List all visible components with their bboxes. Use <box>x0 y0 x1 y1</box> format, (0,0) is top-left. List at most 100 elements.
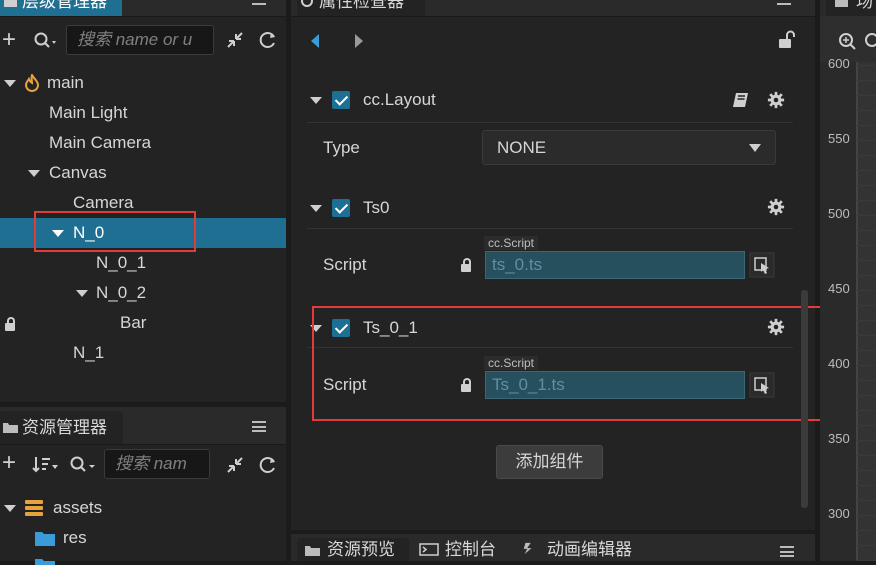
zoom-out-icon[interactable] <box>864 32 876 52</box>
tab-label: 动画编辑器 <box>547 540 632 559</box>
book-icon[interactable] <box>731 91 751 109</box>
collapse-arrow-icon[interactable] <box>310 97 322 104</box>
tab-scene-label: 场 <box>856 0 873 11</box>
expand-arrow-icon[interactable] <box>28 170 40 177</box>
field-label-script: Script <box>323 255 367 274</box>
add-component-button[interactable]: 添加组件 <box>496 445 603 479</box>
asset-item-label: assets <box>53 498 103 517</box>
type-select[interactable]: NONE <box>482 130 776 165</box>
tab-asset-preview[interactable]: 资源预览 <box>297 538 409 561</box>
unlock-icon[interactable] <box>777 30 797 50</box>
collapse-all-icon[interactable] <box>226 456 244 474</box>
component-name-layout: cc.Layout <box>363 90 436 109</box>
tab-scene[interactable]: 场 <box>826 0 876 16</box>
settings-gear-icon[interactable] <box>767 198 785 216</box>
hierarchy-menu-icon[interactable] <box>252 0 266 9</box>
console-icon <box>419 543 439 556</box>
back-arrow-icon[interactable] <box>309 33 321 49</box>
tree-node-canvas[interactable]: Canvas <box>0 158 286 188</box>
inspector-tabbar: 属性检查器 <box>291 0 815 17</box>
divider <box>307 228 793 229</box>
tree-node-label: N_0_1 <box>96 253 147 272</box>
tab-assets[interactable]: 资源管理器 <box>0 411 123 444</box>
hierarchy-tabbar: 层级管理器 <box>0 0 286 17</box>
folder-icon <box>35 532 55 546</box>
folder-icon <box>305 546 320 556</box>
asset-item-label: res <box>63 528 87 547</box>
bottom-menu-icon[interactable] <box>780 546 794 557</box>
field-label-type: Type <box>323 138 360 157</box>
tree-node-label: Bar <box>120 313 147 332</box>
inspector-menu-icon[interactable] <box>777 0 791 9</box>
tab-hierarchy-label: 层级管理器 <box>22 0 107 11</box>
tree-node-main[interactable]: main <box>0 68 286 98</box>
tree-node-label: main <box>47 73 84 92</box>
select-in-assets-icon[interactable] <box>749 252 775 278</box>
lock-icon <box>461 258 471 272</box>
refresh-icon[interactable] <box>258 30 278 50</box>
layout-enabled-checkbox[interactable] <box>332 91 350 109</box>
inspector-icon <box>301 0 313 7</box>
ruler-label: 400 <box>828 356 850 371</box>
search-icon[interactable] <box>34 32 60 50</box>
bottom-tab-strip: 资源预览 控制台 动画编辑器 <box>291 534 815 561</box>
inspector-scrollbar[interactable] <box>801 290 808 508</box>
collapse-arrow-icon[interactable] <box>310 205 322 212</box>
add-node-icon[interactable]: + <box>2 28 16 52</box>
lock-icon[interactable] <box>5 317 15 331</box>
ruler-label: 500 <box>828 206 850 221</box>
tab-console[interactable]: 控制台 <box>413 538 509 561</box>
script-type-tag: cc.Script <box>484 236 539 250</box>
inspector-panel: 属性检查器 cc.Layout Type NONE Ts0 Script cc.… <box>291 0 821 530</box>
chevron-down-icon <box>749 144 761 152</box>
sort-icon[interactable] <box>32 455 60 475</box>
assets-menu-icon[interactable] <box>252 421 266 432</box>
refresh-icon[interactable] <box>258 455 278 475</box>
scene-icon <box>835 0 848 7</box>
tree-node-label: Canvas <box>49 163 107 182</box>
expand-arrow-icon[interactable] <box>76 290 88 297</box>
tab-label: 控制台 <box>445 540 496 559</box>
ts0-enabled-checkbox[interactable] <box>332 199 350 217</box>
tree-node-label: N_1 <box>73 343 105 362</box>
tab-hierarchy[interactable]: 层级管理器 <box>0 0 122 16</box>
tab-animation-editor[interactable]: 动画编辑器 <box>513 538 643 561</box>
tree-node-main-light[interactable]: Main Light <box>0 98 286 128</box>
hierarchy-search-input[interactable]: 搜索 name or u <box>66 25 214 55</box>
hierarchy-panel: 层级管理器 + 搜索 name or u main Main Light Mai… <box>0 0 286 402</box>
tree-node-n0-2[interactable]: N_0_2 <box>0 278 286 308</box>
tree-node-label: N_0_2 <box>96 283 147 302</box>
folder-icon <box>3 423 18 433</box>
assets-search-input[interactable]: 搜索 nam <box>104 449 210 479</box>
assets-panel: 资源管理器 + 搜索 nam assets res <box>0 407 286 565</box>
asset-item-assets[interactable]: assets <box>0 493 286 523</box>
tree-node-n1[interactable]: N_1 <box>0 338 286 368</box>
expand-arrow-icon[interactable] <box>4 80 16 87</box>
tree-node-n0-1[interactable]: N_0_1 <box>0 248 286 278</box>
scene-fire-icon <box>24 74 40 92</box>
tree-node-label: Main Camera <box>49 133 152 152</box>
collapse-all-icon[interactable] <box>226 31 244 49</box>
tree-node-bar[interactable]: Bar <box>0 308 286 338</box>
tree-node-label: Main Light <box>49 103 128 122</box>
component-name-ts0: Ts0 <box>363 198 390 217</box>
highlight-box-ts01 <box>312 306 821 421</box>
hierarchy-icon <box>4 0 17 7</box>
expand-arrow-icon[interactable] <box>4 505 16 512</box>
scene-tabbar: 场 <box>820 0 876 16</box>
search-icon[interactable] <box>70 456 100 474</box>
ruler-label: 600 <box>828 56 850 71</box>
folder-icon <box>35 559 55 565</box>
ruler-label: 450 <box>828 281 850 296</box>
tree-node-main-camera[interactable]: Main Camera <box>0 128 286 158</box>
settings-gear-icon[interactable] <box>767 91 785 109</box>
asset-item-res[interactable]: res <box>0 523 286 553</box>
forward-arrow-icon[interactable] <box>353 33 365 49</box>
tab-inspector[interactable]: 属性检查器 <box>297 0 425 16</box>
assets-tabbar: 资源管理器 <box>0 407 286 445</box>
add-component-label: 添加组件 <box>515 452 584 471</box>
zoom-in-icon[interactable] <box>838 32 858 52</box>
add-asset-icon[interactable]: + <box>2 451 16 475</box>
tab-label: 资源预览 <box>327 540 395 559</box>
script-field-ts0[interactable]: ts_0.ts <box>485 251 745 279</box>
